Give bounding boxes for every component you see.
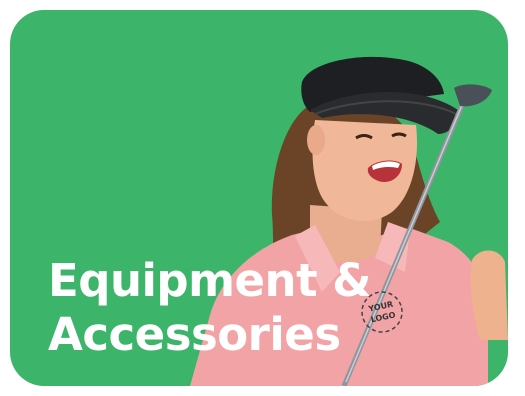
title-line-1: Equipment & <box>48 254 372 307</box>
equipment-accessories-category-card[interactable]: YOUR LOGO Equipment & Accessories <box>10 10 508 386</box>
ear <box>307 125 325 155</box>
category-title: Equipment & Accessories <box>48 254 372 362</box>
title-line-2: Accessories <box>48 308 341 361</box>
golf-club-head <box>454 84 492 107</box>
